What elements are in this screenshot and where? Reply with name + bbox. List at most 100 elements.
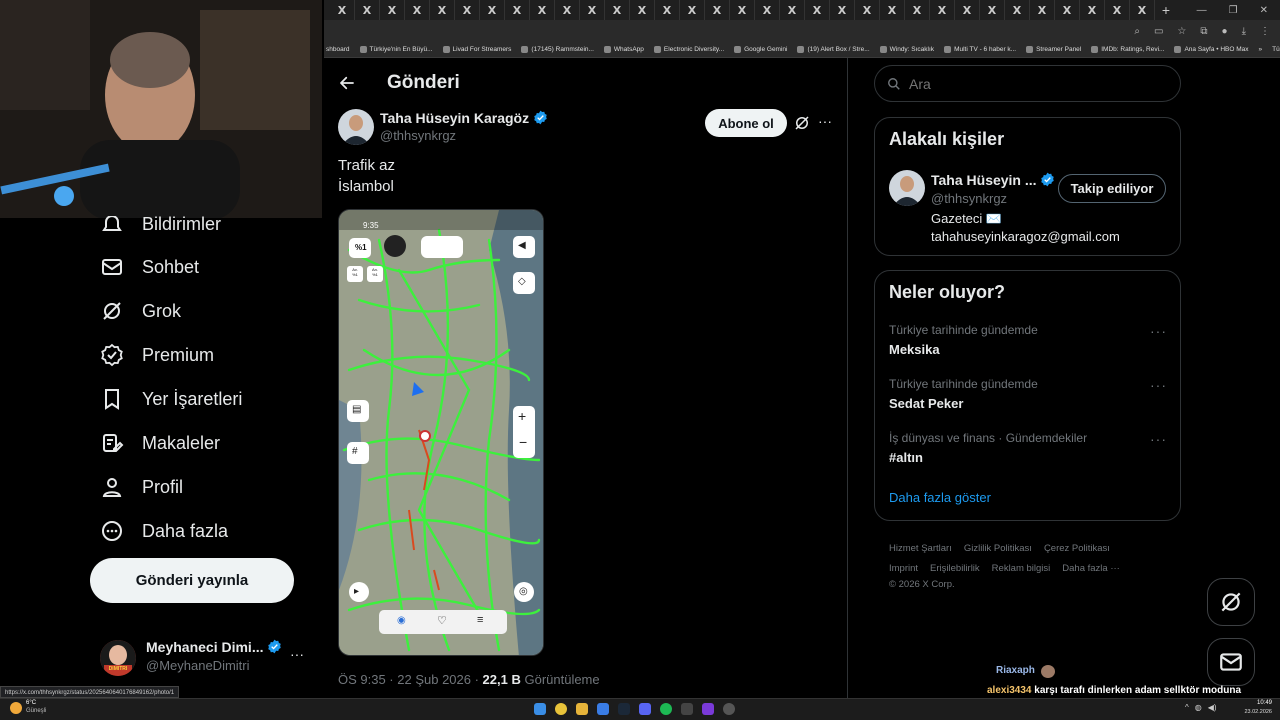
post-button[interactable]: Gönderi yayınla xyxy=(90,558,294,603)
footer-link[interactable]: Erişilebilirlik xyxy=(930,563,980,574)
nav-item-profil[interactable]: Profil xyxy=(100,475,183,499)
browser-tab[interactable]: X xyxy=(805,0,830,20)
footer-link[interactable]: Reklam bilgisi xyxy=(992,563,1051,574)
bookmark-item[interactable]: Livad For Streamers xyxy=(442,46,511,53)
bookmark-item[interactable]: Multi TV - 6 haber k... xyxy=(944,46,1016,53)
browser-tab[interactable]: X xyxy=(655,0,680,20)
new-tab-button[interactable]: + xyxy=(1155,2,1177,18)
browser-tab[interactable]: X xyxy=(1055,0,1080,20)
browser-tab[interactable]: X xyxy=(1080,0,1105,20)
browser-tab[interactable]: X xyxy=(780,0,805,20)
browser-tab[interactable]: X xyxy=(980,0,1005,20)
related-avatar[interactable] xyxy=(889,170,925,206)
trend-item[interactable]: Türkiye tarihinde gündemde Meksika ··· xyxy=(889,323,1167,357)
bookmark-item[interactable]: Google Gemini xyxy=(734,46,787,53)
browser-tab[interactable]: X xyxy=(380,0,405,20)
trend-more-icon[interactable]: ··· xyxy=(1150,323,1167,339)
calendar-icon[interactable] xyxy=(597,703,609,715)
bookmark-item[interactable]: Electronic Diversity... xyxy=(653,46,724,53)
zoom-icon[interactable]: ⌕ xyxy=(1134,26,1140,37)
windows-start-icon[interactable] xyxy=(534,703,546,715)
browser-tab[interactable]: X xyxy=(630,0,655,20)
nav-item-makaleler[interactable]: Makaleler xyxy=(100,431,220,455)
post-more-icon[interactable]: ··· xyxy=(818,113,832,129)
author-name-row[interactable]: Taha Hüseyin Karagöz xyxy=(380,110,548,126)
browser-tab[interactable]: X xyxy=(505,0,530,20)
related-name-row[interactable]: Taha Hüseyin ... xyxy=(931,172,1055,188)
bookmark-item[interactable]: WhatsApp xyxy=(603,46,644,53)
browser-tab[interactable]: X xyxy=(1130,0,1155,20)
browser-tab[interactable]: X xyxy=(1030,0,1055,20)
footer-link[interactable]: Çerez Politikası xyxy=(1044,543,1110,554)
bookmark-item[interactable]: Ana Sayfa • HBO Max xyxy=(1174,46,1249,53)
all-bookmarks-button[interactable]: Tüm Yer İşaretleri xyxy=(1272,46,1280,53)
browser-tab[interactable]: X xyxy=(730,0,755,20)
browser-tab[interactable]: X xyxy=(555,0,580,20)
bookmark-item[interactable]: Streamer Panel xyxy=(1026,46,1081,53)
extensions-icon[interactable]: ⧉ xyxy=(1200,26,1207,37)
search-input[interactable] xyxy=(909,75,1149,92)
browser-tab[interactable]: X xyxy=(330,0,355,20)
nav-item-premium[interactable]: Premium xyxy=(100,343,214,367)
messages-floating-button[interactable] xyxy=(1207,638,1255,686)
menu-icon[interactable]: ⋮ xyxy=(1260,26,1270,37)
star-icon[interactable]: ☆ xyxy=(1177,26,1186,37)
profile-dot-icon[interactable]: ● xyxy=(1222,26,1228,37)
account-avatar[interactable]: DIMITRI xyxy=(100,640,136,676)
browser-tab[interactable]: X xyxy=(530,0,555,20)
steam-icon[interactable] xyxy=(618,703,630,715)
cast-icon[interactable]: ▭ xyxy=(1154,26,1163,37)
trend-item[interactable]: Türkiye tarihinde gündemde Sedat Peker ··· xyxy=(889,377,1167,411)
browser-tab[interactable]: X xyxy=(480,0,505,20)
browser-tab[interactable]: X xyxy=(1005,0,1030,20)
browser-tab[interactable]: X xyxy=(930,0,955,20)
subscribe-button[interactable]: Abone ol xyxy=(705,109,787,137)
show-more-link[interactable]: Daha fazla göster xyxy=(889,490,991,505)
browser-tab[interactable]: X xyxy=(955,0,980,20)
close-window-icon[interactable]: ✕ xyxy=(1260,5,1268,16)
browser-tab[interactable]: X xyxy=(705,0,730,20)
post-image-traffic-map[interactable]: 9:35 %1 Av. %1 An. %1 + − ▤ # ◀ ◇ ◎ ▸ ◉ … xyxy=(338,209,544,656)
discord-icon[interactable] xyxy=(639,703,651,715)
browser-tab[interactable]: X xyxy=(880,0,905,20)
restore-icon[interactable]: ❐ xyxy=(1229,5,1238,16)
grok-icon[interactable] xyxy=(793,114,811,132)
account-name-row[interactable]: Meyhaneci Dimi... xyxy=(146,639,282,655)
settings-icon[interactable] xyxy=(723,703,735,715)
following-button[interactable]: Takip ediliyor xyxy=(1058,174,1166,203)
minimize-icon[interactable]: — xyxy=(1197,5,1207,16)
footer-link[interactable]: Hizmet Şartları xyxy=(889,543,952,554)
spotify-icon[interactable] xyxy=(660,703,672,715)
browser-tab[interactable]: X xyxy=(905,0,930,20)
tray-chevron-icon[interactable]: ^ xyxy=(1185,703,1189,712)
browser-tab[interactable]: X xyxy=(855,0,880,20)
browser-tab[interactable]: X xyxy=(755,0,780,20)
bookmark-item[interactable]: Windy: Sıcaklık xyxy=(879,46,934,53)
browser-tab[interactable]: X xyxy=(830,0,855,20)
search-box[interactable] xyxy=(874,65,1181,102)
browser-tab[interactable]: X xyxy=(405,0,430,20)
chrome-icon[interactable] xyxy=(555,703,567,715)
bookmark-item[interactable]: (17145) Rammstein... xyxy=(521,46,594,53)
volume-icon[interactable]: ◀) xyxy=(1208,703,1217,712)
browser-tab[interactable]: X xyxy=(680,0,705,20)
footer-link[interactable]: Daha fazla ··· xyxy=(1062,563,1120,574)
nav-item-sohbet[interactable]: Sohbet xyxy=(100,255,199,279)
nav-item-yer-i-şaretleri[interactable]: Yer İşaretleri xyxy=(100,387,242,411)
back-arrow-icon[interactable] xyxy=(338,74,356,92)
grok-floating-button[interactable] xyxy=(1207,578,1255,626)
network-icon[interactable]: ◍ xyxy=(1195,703,1202,712)
browser-tab[interactable]: X xyxy=(1105,0,1130,20)
footer-link[interactable]: Imprint xyxy=(889,563,918,574)
bookmark-item[interactable]: (19) Alert Box / Stre... xyxy=(797,46,870,53)
trend-more-icon[interactable]: ··· xyxy=(1150,431,1167,447)
epic-games-icon[interactable] xyxy=(681,703,693,715)
footer-link[interactable]: Gizlilik Politikası xyxy=(964,543,1032,554)
nav-item-grok[interactable]: Grok xyxy=(100,299,181,323)
browser-tab[interactable]: X xyxy=(580,0,605,20)
file-explorer-icon[interactable] xyxy=(576,703,588,715)
trend-more-icon[interactable]: ··· xyxy=(1150,377,1167,393)
account-more-icon[interactable]: ··· xyxy=(290,646,304,662)
bookmark-item[interactable]: shboard xyxy=(326,46,350,53)
browser-tab[interactable]: X xyxy=(355,0,380,20)
